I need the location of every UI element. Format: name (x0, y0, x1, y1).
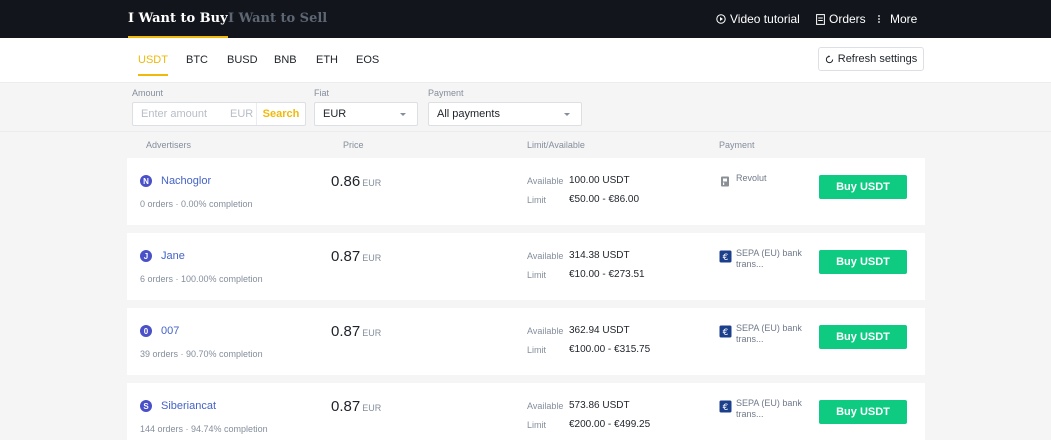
avatar: S (140, 400, 152, 412)
price-value: 0.86 EUR (331, 173, 381, 190)
available-value: 314.38 USDT (569, 250, 630, 261)
table-row: N Nachoglor 0 orders · 0.00% completion … (127, 158, 925, 225)
limit-label: Limit (527, 270, 547, 280)
price-number: 0.87 (331, 248, 361, 265)
coin-tab-busd[interactable]: BUSD (227, 38, 258, 82)
price-value: 0.87 EUR (331, 398, 381, 415)
buy-usdt-button[interactable]: Buy USDT (819, 400, 907, 424)
available-label: Available (527, 326, 564, 336)
coin-tab-eos[interactable]: EOS (356, 38, 379, 82)
price-number: 0.86 (331, 173, 361, 190)
advertiser-name-link[interactable]: Nachoglor (161, 175, 211, 187)
price-number: 0.87 (331, 398, 361, 415)
price-currency: EUR (362, 253, 382, 263)
table-row: 0 007 39 orders · 90.70% completion 0.87… (127, 308, 925, 375)
limit-label: Limit (527, 195, 547, 205)
sepa-icon: € (719, 250, 732, 263)
tab-i-want-to-sell[interactable]: I Want to Sell (228, 0, 327, 38)
limit-value: €50.00 - €86.00 (569, 194, 640, 205)
chevron-down-icon (400, 113, 406, 116)
payment-method-text: SEPA (EU) bank trans... (736, 248, 802, 269)
sepa-icon: € (719, 400, 732, 413)
refresh-settings-label: Refresh settings (837, 53, 918, 65)
svg-text:€: € (723, 328, 729, 338)
amount-input[interactable]: Enter amount EUR Search (132, 102, 306, 126)
limit-value: €100.00 - €315.75 (569, 344, 651, 355)
coin-tab-btc[interactable]: BTC (186, 38, 208, 82)
payment-select[interactable]: All payments (428, 102, 582, 126)
limit-value: €10.00 - €273.51 (569, 269, 645, 280)
buy-usdt-button[interactable]: Buy USDT (819, 325, 907, 349)
advertiser-name-link[interactable]: Siberiancat (161, 400, 216, 412)
available-value: 573.86 USDT (569, 400, 630, 411)
column-header-advertisers: Advertisers (146, 140, 192, 150)
fiat-label: Fiat (314, 88, 330, 98)
price-number: 0.87 (331, 323, 361, 340)
tab-i-want-to-buy[interactable]: I Want to Buy (128, 0, 228, 38)
advertiser-stats: 39 orders · 90.70% completion (140, 349, 263, 359)
fiat-value: EUR (323, 108, 347, 120)
buy-usdt-button[interactable]: Buy USDT (819, 175, 907, 199)
revolut-icon (721, 176, 729, 187)
available-label: Available (527, 251, 564, 261)
price-currency: EUR (362, 403, 382, 413)
video-tutorial-label: Video tutorial (730, 12, 800, 26)
payment-method-text: SEPA (EU) bank trans... (736, 398, 802, 419)
search-button[interactable]: Search (256, 103, 305, 125)
more-menu[interactable]: More (876, 0, 917, 38)
refresh-icon (825, 54, 833, 63)
fiat-select[interactable]: EUR (314, 102, 418, 126)
coin-tab-eth[interactable]: ETH (316, 38, 338, 82)
amount-label: Amount (132, 88, 164, 98)
table-row: J Jane 6 orders · 100.00% completion 0.8… (127, 233, 925, 300)
buy-usdt-button[interactable]: Buy USDT (819, 250, 907, 274)
coin-tab-usdt[interactable]: USDT (138, 38, 168, 82)
svg-text:€: € (723, 403, 729, 413)
table-row: S Siberiancat 144 orders · 94.74% comple… (127, 383, 925, 440)
column-header-limit: Limit/Available (527, 140, 585, 150)
refresh-settings-button[interactable]: Refresh settings (818, 47, 924, 71)
price-currency: EUR (362, 178, 382, 188)
advertiser-name-link[interactable]: Jane (161, 250, 185, 262)
advertiser-stats: 144 orders · 94.74% completion (140, 424, 268, 434)
document-icon (816, 13, 825, 25)
payment-method-text: Revolut (736, 173, 767, 183)
amount-placeholder: Enter amount (141, 108, 208, 120)
avatar: 0 (140, 325, 152, 337)
top-bar: I Want to Buy I Want to Sell Video tutor… (0, 0, 1051, 38)
orders-label: Orders (829, 12, 866, 26)
limit-label: Limit (527, 420, 547, 430)
coin-tab-bnb[interactable]: BNB (274, 38, 297, 82)
svg-text:€: € (723, 253, 729, 263)
available-label: Available (527, 401, 564, 411)
limit-value: €200.00 - €499.25 (569, 419, 651, 430)
price-currency: EUR (362, 328, 382, 338)
avatar: N (140, 175, 152, 187)
limit-label: Limit (527, 345, 547, 355)
column-header-price: Price (343, 140, 364, 150)
column-header-payment: Payment (719, 140, 755, 150)
orders-link[interactable]: Orders (816, 0, 866, 38)
advertiser-stats: 6 orders · 100.00% completion (140, 274, 263, 284)
video-tutorial-link[interactable]: Video tutorial (716, 0, 800, 38)
price-value: 0.87 EUR (331, 248, 381, 265)
available-value: 100.00 USDT (569, 175, 630, 186)
coin-tab-bar: USDT BTC BUSD BNB ETH EOS Refresh settin… (0, 38, 1051, 83)
available-label: Available (527, 176, 564, 186)
filter-bar: Amount Enter amount EUR Search Fiat EUR … (0, 83, 1051, 132)
payment-method-text: SEPA (EU) bank trans... (736, 323, 802, 344)
amount-unit: EUR (230, 108, 254, 120)
chevron-down-icon (564, 113, 570, 116)
sepa-icon: € (719, 325, 732, 338)
price-value: 0.87 EUR (331, 323, 381, 340)
more-label: More (890, 12, 918, 26)
advertiser-name-link[interactable]: 007 (161, 325, 179, 337)
more-vertical-icon (878, 15, 880, 23)
avatar: J (140, 250, 152, 262)
payment-filter-value: All payments (437, 108, 500, 120)
advertiser-stats: 0 orders · 0.00% completion (140, 199, 253, 209)
available-value: 362.94 USDT (569, 325, 630, 336)
payment-filter-label: Payment (428, 88, 464, 98)
play-circle-icon (716, 14, 726, 24)
